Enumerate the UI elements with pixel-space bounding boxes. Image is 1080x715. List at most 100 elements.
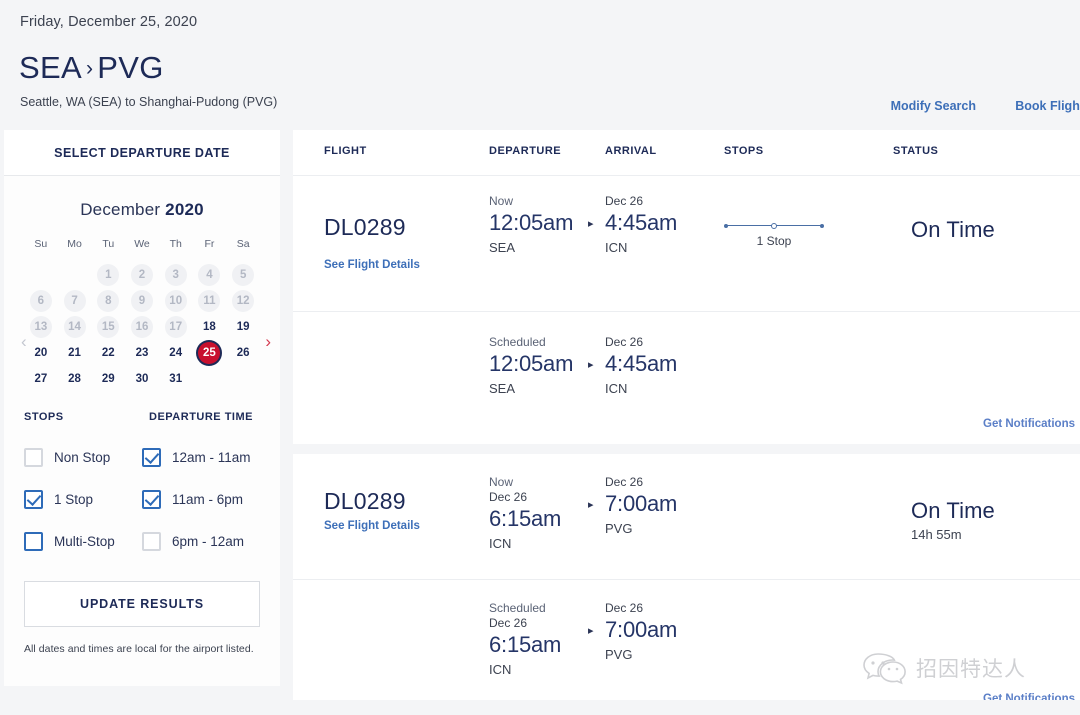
calendar-day-label: 30 bbox=[135, 373, 149, 385]
flight-row-live[interactable]: DL0289 See Flight Details Now 12:05am SEA Dec… bbox=[293, 176, 1080, 311]
bottom-strip bbox=[0, 700, 1080, 715]
calendar-day-label: 19 bbox=[236, 321, 250, 333]
departure-status-prefix: Scheduled bbox=[489, 335, 546, 349]
calendar-day-28[interactable]: 28 bbox=[58, 367, 92, 391]
stops-filter-1-stop[interactable]: 1 Stop bbox=[24, 489, 142, 509]
segment-arrow-icon: ▸ bbox=[588, 625, 594, 637]
calendar-day-label: 11 bbox=[198, 290, 221, 312]
arrival-time: 7:00am bbox=[605, 491, 678, 516]
flight-group: DL0289 See Flight Details Now 12:05am SEA Dec… bbox=[293, 176, 1080, 444]
calendar-day-19[interactable]: 19 bbox=[226, 315, 260, 339]
flight-status: On Time 14h 55m bbox=[911, 498, 995, 542]
departure-time: 12:05am bbox=[489, 351, 574, 376]
checkbox-icon[interactable] bbox=[142, 447, 161, 467]
sidebar-note: All dates and times are local for the ai… bbox=[24, 643, 254, 655]
arrival-airport-code: PVG bbox=[605, 647, 633, 662]
checkbox-icon[interactable] bbox=[24, 531, 43, 551]
calendar-day-label: 15 bbox=[97, 316, 120, 338]
stops-filter-multi-stop[interactable]: Multi-Stop bbox=[24, 531, 142, 551]
select-departure-date-header: SELECT DEPARTURE DATE bbox=[4, 130, 280, 176]
checkbox-label: 12am - 11am bbox=[172, 449, 251, 465]
departure-filter-11am-6pm[interactable]: 11am - 6pm bbox=[142, 489, 260, 509]
calendar-day-23[interactable]: 23 bbox=[125, 341, 159, 365]
calendar-day-label: 8 bbox=[97, 290, 120, 312]
calendar-dow-su: Su bbox=[34, 238, 48, 250]
modify-search-link[interactable]: Modify Search bbox=[891, 99, 976, 113]
calendar-dow-we: We bbox=[134, 238, 150, 250]
see-flight-details-link[interactable]: See Flight Details bbox=[324, 520, 420, 532]
stops-filter-heading: STOPS bbox=[24, 411, 64, 423]
flight-row-scheduled[interactable]: Scheduled Dec 26 6:15am ICN Dec 26 7:00am PVG ▸… bbox=[293, 579, 1080, 712]
calendar-day-17: 17 bbox=[159, 315, 193, 339]
departure-time: 6:15am bbox=[489, 632, 562, 657]
calendar-dow-mo: Mo bbox=[67, 238, 82, 250]
calendar-day-26[interactable]: 26 bbox=[226, 341, 260, 365]
calendar-day-29[interactable]: 29 bbox=[91, 367, 125, 391]
stops-filter-group: Non Stop 1 Stop Multi-Stop bbox=[24, 447, 142, 573]
departure-time-filter-heading: DEPARTURE TIME bbox=[149, 411, 253, 423]
departure-status-prefix: Scheduled bbox=[489, 601, 546, 615]
route-separator-icon: › bbox=[85, 57, 94, 80]
calendar: December 2020 ‹ › Su Mo Tu We Th Fr Sa 1 2 3 4 5 6 7 8… bbox=[4, 176, 280, 391]
calendar-day-30[interactable]: 30 bbox=[125, 367, 159, 391]
calendar-month: December bbox=[80, 200, 161, 219]
update-results-button[interactable]: UPDATE RESULTS bbox=[24, 581, 260, 627]
departure-date: Dec 26 bbox=[489, 616, 528, 630]
book-flight-link[interactable]: Book Flight bbox=[1015, 99, 1080, 113]
route-title: SEA › PVG bbox=[19, 50, 164, 86]
departure-filter-12am-11am[interactable]: 12am - 11am bbox=[142, 447, 260, 467]
flight-row-scheduled[interactable]: Scheduled 12:05am SEA Dec 26 4:45am ICN ▸ Get N… bbox=[293, 311, 1080, 444]
departure-status-prefix: Now bbox=[489, 475, 514, 489]
route-subtitle: Seattle, WA (SEA) to Shanghai-Pudong (PV… bbox=[20, 95, 278, 109]
arrival-date: Dec 26 bbox=[605, 335, 644, 349]
calendar-dow-th: Th bbox=[169, 238, 182, 250]
calendar-day-13: 13 bbox=[24, 315, 58, 339]
calendar-day-31[interactable]: 31 bbox=[159, 367, 193, 391]
arrival-airport-code: ICN bbox=[605, 240, 628, 255]
stops-indicator: 1 Stop bbox=[724, 222, 824, 248]
departure-filter-6pm-12am: 6pm - 12am bbox=[142, 531, 260, 551]
update-results-label: UPDATE RESULTS bbox=[80, 597, 204, 611]
status-duration: 14h 55m bbox=[911, 527, 962, 542]
calendar-day-label: 26 bbox=[236, 347, 250, 359]
calendar-day-label: 12 bbox=[232, 290, 255, 312]
calendar-day-label: 21 bbox=[68, 347, 81, 359]
calendar-next-icon[interactable]: › bbox=[265, 332, 271, 352]
arrival-date: Dec 26 bbox=[605, 194, 644, 208]
arrival-airport-code: PVG bbox=[605, 521, 633, 536]
calendar-day-1: 1 bbox=[91, 263, 125, 287]
checkbox-icon[interactable] bbox=[24, 489, 43, 509]
calendar-day-label: 10 bbox=[164, 290, 187, 312]
departure-segment: Now 12:05am SEA bbox=[489, 194, 573, 257]
departure-status-prefix: Now bbox=[489, 194, 514, 208]
calendar-day-9: 9 bbox=[125, 289, 159, 313]
calendar-day-20[interactable]: 20 bbox=[24, 341, 58, 365]
flight-row-live[interactable]: DL0289 See Flight Details Now Dec 26 6:15am I… bbox=[293, 454, 1080, 579]
departure-time: 12:05am bbox=[489, 210, 574, 235]
calendar-day-12: 12 bbox=[226, 289, 260, 313]
segment-arrow-icon: ▸ bbox=[588, 499, 594, 511]
departure-airport-code: SEA bbox=[489, 381, 516, 396]
see-flight-details-link[interactable]: See Flight Details bbox=[324, 259, 420, 271]
calendar-day-22[interactable]: 22 bbox=[91, 341, 125, 365]
get-notifications-link[interactable]: Get Notifications bbox=[983, 418, 1075, 430]
checkbox-label: 6pm - 12am bbox=[172, 533, 245, 549]
origin-code: SEA bbox=[19, 50, 82, 85]
calendar-day-label: 6 bbox=[29, 290, 52, 312]
calendar-day-label: 2 bbox=[130, 264, 153, 286]
checkbox-icon[interactable] bbox=[142, 489, 161, 509]
filters: STOPS DEPARTURE TIME Non Stop 1 Stop Multi… bbox=[4, 411, 280, 573]
flight-number: DL0289 bbox=[324, 488, 406, 514]
calendar-day-16: 16 bbox=[125, 315, 159, 339]
calendar-day-label: 23 bbox=[135, 347, 149, 359]
departure-time: 6:15am bbox=[489, 506, 562, 531]
calendar-day-label: 18 bbox=[203, 321, 216, 333]
column-header-status: STATUS bbox=[893, 145, 939, 157]
calendar-day-25[interactable]: 25 bbox=[193, 341, 227, 365]
calendar-day-11: 11 bbox=[193, 289, 227, 313]
departure-segment: Now Dec 26 6:15am ICN bbox=[489, 475, 561, 553]
calendar-day-24[interactable]: 24 bbox=[159, 341, 193, 365]
calendar-day-18[interactable]: 18 bbox=[193, 315, 227, 339]
calendar-day-21[interactable]: 21 bbox=[58, 341, 92, 365]
calendar-day-27[interactable]: 27 bbox=[24, 367, 58, 391]
